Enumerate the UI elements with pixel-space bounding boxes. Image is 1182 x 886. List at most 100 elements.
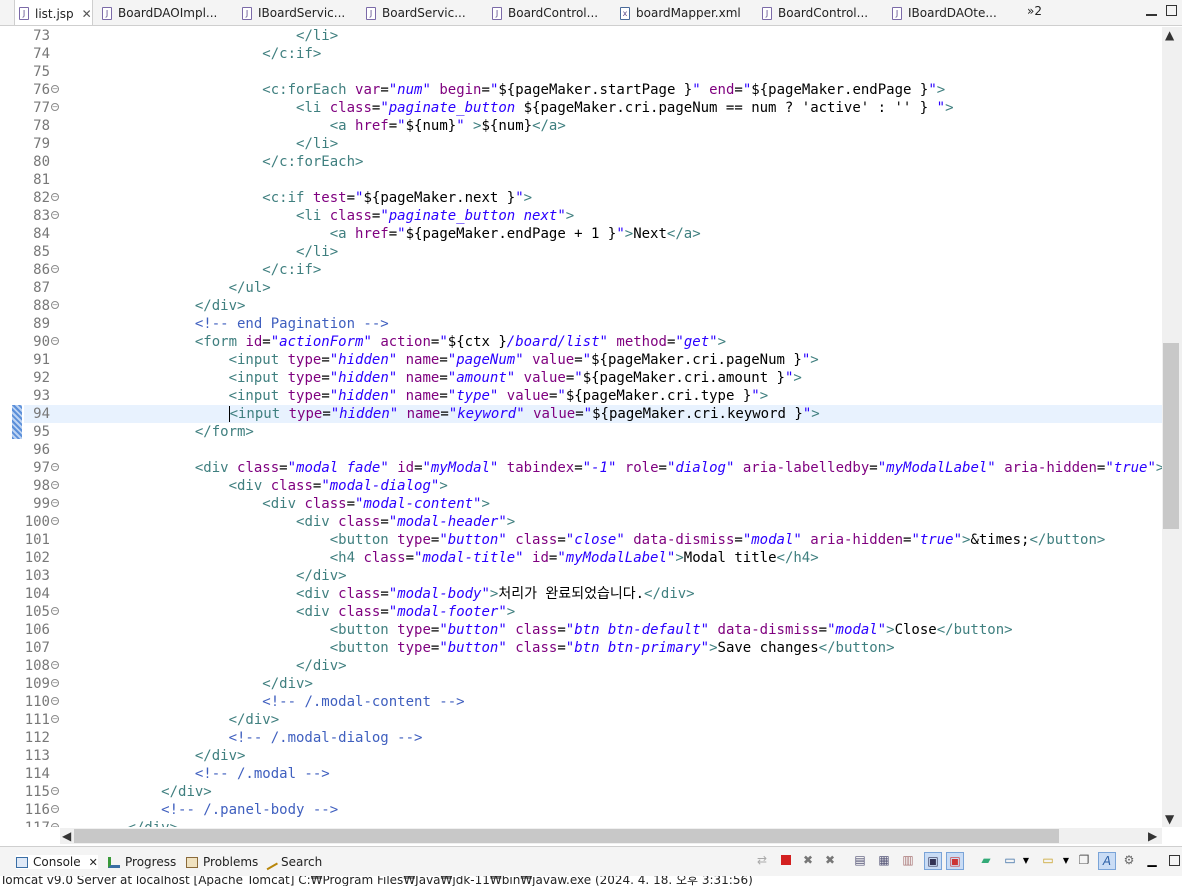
editor-tab[interactable]: J BoardControl... [758, 0, 868, 25]
fold-toggle-icon[interactable]: – [51, 481, 59, 489]
code-line[interactable]: 84 <a href="${pageMaker.endPage + 1 }">N… [24, 225, 1162, 243]
code-line[interactable]: 73 </li> [24, 27, 1162, 45]
scroll-up-arrow-icon[interactable]: ▲ [1165, 28, 1174, 42]
vertical-scroll-thumb[interactable] [1163, 343, 1179, 529]
code-line[interactable]: 117– </div> [24, 819, 1162, 827]
editor-tab[interactable]: J BoardControl... [488, 0, 598, 25]
code-line[interactable]: 78 <a href="${num}" >${num}</a> [24, 117, 1162, 135]
code-line[interactable]: 87 </ul> [24, 279, 1162, 297]
code-line[interactable]: 93 <input type="hidden" name="type" valu… [24, 387, 1162, 405]
code-line[interactable]: 102 <h4 class="modal-title" id="myModalL… [24, 549, 1162, 567]
code-line[interactable]: 77– <li class="paginate_button ${pageMak… [24, 99, 1162, 117]
fold-toggle-icon[interactable]: – [51, 517, 59, 525]
fold-toggle-icon[interactable]: – [51, 211, 59, 219]
view-tab-search[interactable]: Search [262, 854, 322, 870]
fold-toggle-icon[interactable]: – [51, 607, 59, 615]
terminate-icon[interactable] [778, 852, 794, 868]
code-line[interactable]: 81 [24, 171, 1162, 189]
display-console-icon[interactable]: ▭ [1002, 852, 1018, 868]
code-line[interactable]: 82– <c:if test="${pageMaker.next }"> [24, 189, 1162, 207]
code-line[interactable]: 101 <button type="button" class="close" … [24, 531, 1162, 549]
fold-toggle-icon[interactable]: – [51, 805, 59, 813]
code-line[interactable]: 88– </div> [24, 297, 1162, 315]
close-view-icon[interactable]: ✕ [89, 856, 98, 869]
view-tab-console[interactable]: Console ✕ [16, 855, 98, 869]
show-stderr-icon[interactable]: ▣ [946, 852, 964, 870]
fold-toggle-icon[interactable]: – [51, 787, 59, 795]
fold-toggle-icon[interactable]: – [51, 463, 59, 471]
code-line[interactable]: 99– <div class="modal-content"> [24, 495, 1162, 513]
code-line[interactable]: 75 [24, 63, 1162, 81]
tab-overflow-button[interactable]: »2 [1027, 4, 1042, 18]
code-line[interactable]: 97– <div class="modal fade" id="myModal"… [24, 459, 1162, 477]
minimize-view-icon[interactable]: ▁ [1144, 852, 1160, 868]
code-line[interactable]: 112 <!-- /.modal-dialog --> [24, 729, 1162, 747]
code-line[interactable]: 107 <button type="button" class="btn btn… [24, 639, 1162, 657]
code-line[interactable]: 116– <!-- /.panel-body --> [24, 801, 1162, 819]
show-stdout-icon[interactable]: ▣ [924, 852, 942, 870]
scroll-right-arrow-icon[interactable]: ▶ [1148, 829, 1157, 843]
copy-icon[interactable]: ❐ [1076, 852, 1092, 868]
code-line[interactable]: 76– <c:forEach var="num" begin="${pageMa… [24, 81, 1162, 99]
code-line[interactable]: 92 <input type="hidden" name="amount" va… [24, 369, 1162, 387]
maximize-editor-icon[interactable] [1166, 5, 1177, 16]
view-tab-progress[interactable]: Progress [108, 855, 176, 869]
code-line[interactable]: 110– <!-- /.modal-content --> [24, 693, 1162, 711]
code-line[interactable]: 80 </c:forEach> [24, 153, 1162, 171]
editor-tab[interactable]: J BoardServic... [362, 0, 466, 25]
code-line[interactable]: 74 </c:if> [24, 45, 1162, 63]
clear-console-icon[interactable]: ▤ [852, 852, 868, 868]
editor-tab[interactable]: x boardMapper.xml [616, 0, 741, 25]
word-wrap-icon[interactable]: ▥ [900, 852, 916, 868]
code-line[interactable]: 85 </li> [24, 243, 1162, 261]
view-tab-problems[interactable]: Problems [186, 855, 258, 869]
fold-toggle-icon[interactable]: – [51, 85, 59, 93]
gear-icon[interactable]: ⚙ [1121, 852, 1137, 868]
code-line[interactable]: 100– <div class="modal-header"> [24, 513, 1162, 531]
code-line[interactable]: 103 </div> [24, 567, 1162, 585]
code-line[interactable]: 91 <input type="hidden" name="pageNum" v… [24, 351, 1162, 369]
fold-toggle-icon[interactable]: – [51, 715, 59, 723]
code-line[interactable]: 95 </form> [24, 423, 1162, 441]
remove-launch-icon[interactable]: ✖ [800, 852, 816, 868]
fold-toggle-icon[interactable]: – [51, 499, 59, 507]
code-line[interactable]: 108– </div> [24, 657, 1162, 675]
editor-tab[interactable]: J IBoardDAOte... [888, 0, 997, 25]
code-line[interactable]: 115– </div> [24, 783, 1162, 801]
fold-toggle-icon[interactable]: – [51, 679, 59, 687]
remove-all-terminated-icon[interactable]: ✖ [822, 852, 838, 868]
scroll-down-arrow-icon[interactable]: ▼ [1165, 812, 1174, 826]
code-line[interactable]: 104 <div class="modal-body">처리가 완료되었습니다.… [24, 585, 1162, 603]
editor-tab[interactable]: J BoardDAOImpl... [98, 0, 217, 25]
code-line[interactable]: 96 [24, 441, 1162, 459]
code-line[interactable]: 86– </c:if> [24, 261, 1162, 279]
code-line[interactable]: 105– <div class="modal-footer"> [24, 603, 1162, 621]
code-line[interactable]: 79 </li> [24, 135, 1162, 153]
fold-toggle-icon[interactable]: – [51, 337, 59, 345]
code-line[interactable]: 83– <li class="paginate_button next"> [24, 207, 1162, 225]
code-line[interactable]: 111– </div> [24, 711, 1162, 729]
scroll-lock-icon[interactable]: ▦ [876, 852, 892, 868]
fold-toggle-icon[interactable]: – [51, 301, 59, 309]
code-line[interactable]: 106 <button type="button" class="btn btn… [24, 621, 1162, 639]
fold-toggle-icon[interactable]: – [51, 265, 59, 273]
fold-toggle-icon[interactable]: – [51, 823, 59, 827]
code-line[interactable]: 114 <!-- /.modal --> [24, 765, 1162, 783]
minimize-editor-icon[interactable] [1146, 5, 1157, 16]
fold-toggle-icon[interactable]: – [51, 661, 59, 669]
code-line[interactable]: 89 <!-- end Pagination --> [24, 315, 1162, 333]
fold-toggle-icon[interactable]: – [51, 697, 59, 705]
horizontal-scroll-thumb[interactable] [74, 829, 1059, 843]
editor-tab[interactable]: Jlist.jsp ✕ [14, 0, 93, 25]
fold-toggle-icon[interactable]: – [51, 103, 59, 111]
pin-console-icon[interactable]: ▰ [978, 852, 994, 868]
disconnect-icon[interactable]: ⇄ [754, 852, 770, 868]
maximize-view-icon[interactable] [1166, 852, 1182, 868]
fold-toggle-icon[interactable]: – [51, 193, 59, 201]
code-editor[interactable]: 73 </li> 74 </c:if> 75 76– <c:forEach var="… [24, 27, 1162, 827]
open-console-dropdown-icon[interactable]: ▼ [1058, 852, 1074, 868]
open-console-icon[interactable]: ▭ [1040, 852, 1056, 868]
display-console-dropdown-icon[interactable]: ▼ [1018, 852, 1034, 868]
editor-tab[interactable]: J IBoardServic... [238, 0, 345, 25]
close-tab-icon[interactable]: ✕ [82, 7, 92, 21]
